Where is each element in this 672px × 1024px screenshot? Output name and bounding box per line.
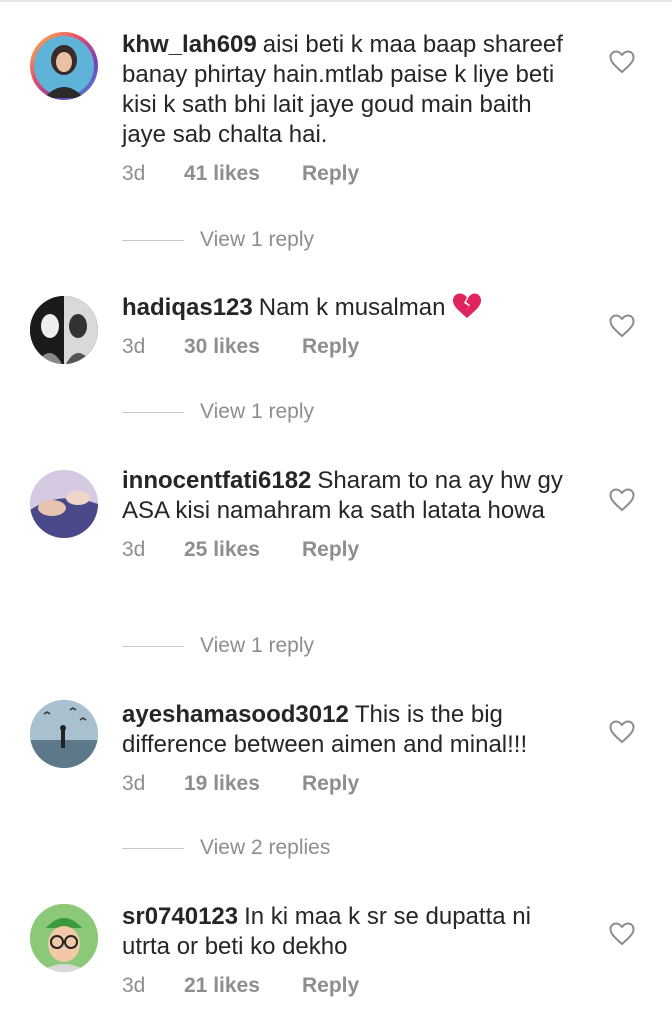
avatar[interactable] — [30, 32, 98, 100]
comment-text: khw_lah609 aisi beti k maa baap shareef b… — [122, 30, 582, 150]
avatar-image — [30, 296, 98, 364]
replies-divider — [122, 847, 184, 849]
comment-likes[interactable]: 30 likes — [184, 335, 302, 359]
avatar-image — [30, 904, 98, 972]
avatar[interactable] — [30, 700, 98, 768]
comment-meta: 3d 30 likes Reply — [122, 335, 582, 359]
view-replies-label: View 1 reply — [200, 400, 315, 423]
avatar[interactable] — [30, 470, 98, 538]
heart-icon[interactable] — [609, 314, 635, 338]
view-replies-link[interactable]: View 1 reply — [122, 634, 314, 658]
view-replies-label: View 1 reply — [200, 228, 315, 251]
reply-button[interactable]: Reply — [302, 335, 359, 359]
comment-meta: 3d 19 likes Reply — [122, 772, 582, 796]
comment-text: innocentfati6182 Sharam to na ay hw gy AS… — [122, 466, 582, 526]
reply-button[interactable]: Reply — [302, 974, 359, 998]
reply-button[interactable]: Reply — [302, 162, 359, 186]
comment-text: sr0740123 In ki maa k sr se dupatta ni ut… — [122, 902, 582, 962]
broken-heart-icon — [452, 292, 482, 320]
reply-button[interactable]: Reply — [302, 538, 359, 562]
comment-text: ayeshamasood3012 This is the big differen… — [122, 700, 582, 760]
comment-time: 3d — [122, 538, 146, 561]
comment-time: 3d — [122, 772, 146, 795]
heart-icon[interactable] — [609, 488, 635, 512]
avatar-image — [34, 36, 94, 98]
avatar-image — [30, 700, 98, 768]
heart-icon[interactable] — [609, 50, 635, 74]
comment-time: 3d — [122, 335, 146, 358]
top-divider — [0, 0, 672, 2]
comment-meta: 3d 41 likes Reply — [122, 162, 582, 186]
comment-meta: 3d 25 likes Reply — [122, 538, 582, 562]
comment-username[interactable]: innocentfati6182 — [122, 467, 311, 494]
avatar-image — [30, 470, 98, 538]
replies-divider — [122, 645, 184, 647]
view-replies-link[interactable]: View 1 reply — [122, 400, 314, 424]
heart-icon[interactable] — [609, 720, 635, 744]
comment-likes[interactable]: 19 likes — [184, 772, 302, 796]
comment-likes[interactable]: 41 likes — [184, 162, 302, 186]
replies-divider — [122, 239, 184, 241]
comment-time: 3d — [122, 974, 146, 997]
reply-button[interactable]: Reply — [302, 772, 359, 796]
comment-meta: 3d 21 likes Reply — [122, 974, 582, 998]
replies-divider — [122, 411, 184, 413]
view-replies-label: View 2 replies — [200, 836, 331, 859]
comment-body: Nam k musalman — [258, 294, 446, 321]
comment-likes[interactable]: 21 likes — [184, 974, 302, 998]
comment-username[interactable]: sr0740123 — [122, 903, 238, 930]
view-replies-link[interactable]: View 1 reply — [122, 228, 314, 252]
view-replies-label: View 1 reply — [200, 634, 315, 657]
comment-time: 3d — [122, 162, 146, 185]
comment-likes[interactable]: 25 likes — [184, 538, 302, 562]
comment-username[interactable]: ayeshamasood3012 — [122, 701, 349, 728]
comment-username[interactable]: hadiqas123 — [122, 294, 253, 321]
avatar[interactable] — [30, 296, 98, 364]
avatar[interactable] — [30, 904, 98, 972]
comment-username[interactable]: khw_lah609 — [122, 31, 257, 58]
view-replies-link[interactable]: View 2 replies — [122, 836, 330, 860]
heart-icon[interactable] — [609, 922, 635, 946]
comment-text: hadiqas123 Nam k musalman — [122, 292, 582, 323]
